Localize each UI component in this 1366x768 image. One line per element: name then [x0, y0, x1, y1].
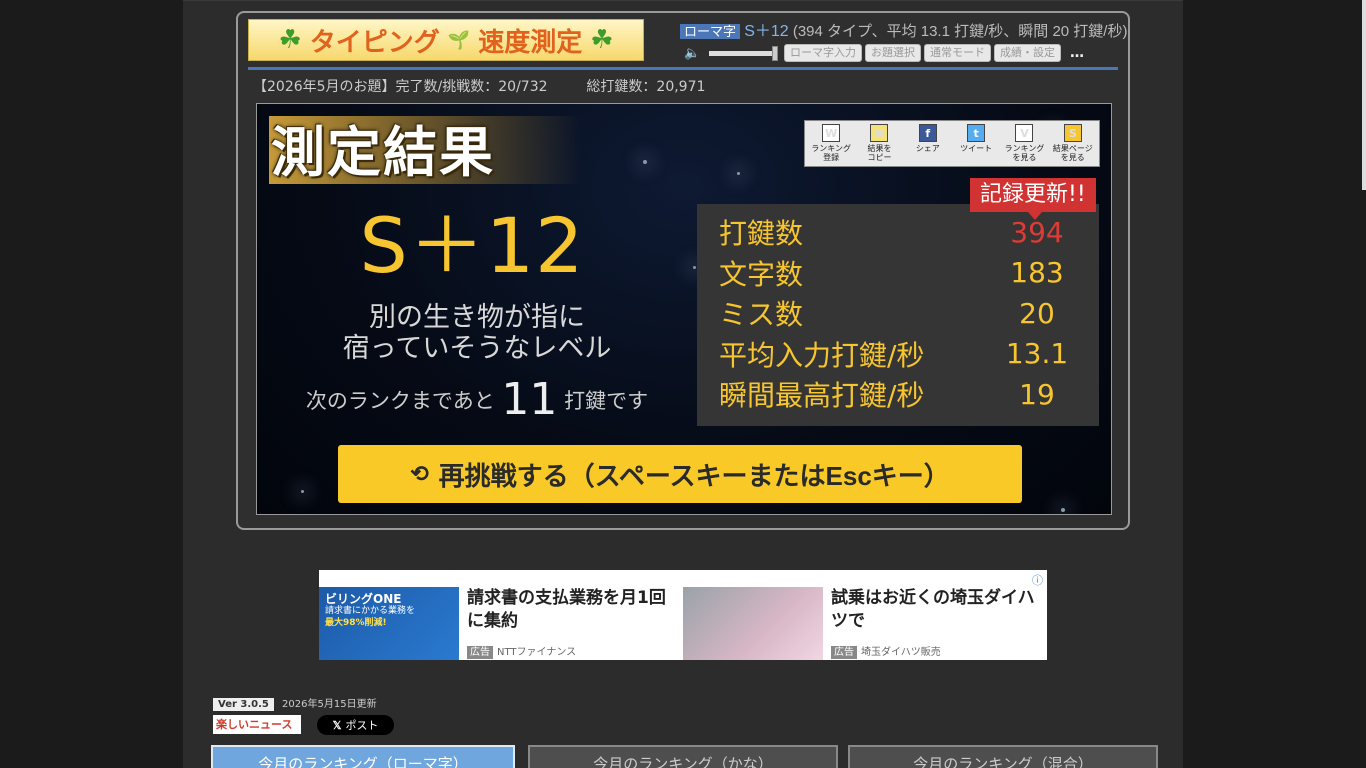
result-page-icon: S [1063, 124, 1082, 142]
ad-info-icon[interactable]: ⓘ [1032, 572, 1043, 588]
bg-bokeh [737, 172, 740, 175]
view-ranking-button[interactable]: V ランキング を見る [1000, 124, 1048, 166]
version-info: Ver 3.0.5 2026年5月15日更新 [213, 695, 377, 711]
bg-bokeh [693, 266, 696, 269]
scrollbar[interactable] [1362, 0, 1366, 190]
view-result-page-button[interactable]: S 結果ページ を見る [1049, 124, 1097, 166]
stat-row: 平均入力打鍵/秒 13.1 [719, 334, 1099, 375]
normal-mode-button[interactable]: 通常モード [924, 44, 991, 62]
tab-ranking-mixed[interactable]: 今月のランキング（混合） [848, 745, 1158, 768]
ranking-view-icon: V [1015, 124, 1034, 142]
tab-ranking-romaji[interactable]: 今月のランキング（ローマ字） [211, 745, 515, 768]
mode-tag: ローマ字 [680, 24, 741, 39]
version-badge: Ver 3.0.5 [213, 698, 274, 711]
bg-bokeh [643, 160, 647, 164]
stat-row: 打鍵数 394 [719, 212, 1099, 253]
record-badge: 記録更新!! [970, 178, 1096, 220]
ad-unit-daihatsu[interactable]: 試乗はお近くの埼玉ダイハツで 広告 埼玉ダイハツ販売 [683, 587, 1047, 660]
clover-icon: ☘ [278, 25, 302, 55]
logo-text-left: タイピング [309, 27, 440, 58]
ad-image-billing: ビリングONE 請求書にかかる業務を 最大98%削減! [319, 587, 459, 660]
top-summary: (394 タイプ、平均 13.1 打鍵/秒、瞬間 20 打鍵/秒) [792, 23, 1128, 40]
ranking-register-button[interactable]: W ランキング 登録 [807, 124, 855, 166]
ad-sponsor: 広告 埼玉ダイハツ販売 [831, 643, 941, 659]
challenge-count: 【2026年5月のお題】完了数/挑戦数：20/732 [253, 79, 548, 95]
retry-label: 再挑戦する（スペースキーまたはEscキー） [438, 460, 950, 491]
next-rank-info: 次のランクまであと 11 打鍵です [305, 374, 649, 425]
more-icon[interactable]: … [1064, 45, 1084, 61]
stat-row: 瞬間最高打鍵/秒 19 [719, 374, 1099, 415]
divider [248, 67, 1118, 70]
stat-row: 文字数 183 [719, 253, 1099, 294]
clover-icon: ☘ [590, 25, 614, 55]
peak-speed: 19 [1019, 377, 1055, 411]
top-info: ローマ字 S＋12 (394 タイプ、平均 13.1 打鍵/秒、瞬間 20 打鍵… [680, 17, 1127, 41]
clipboard-icon: ≣ [870, 124, 889, 142]
ad-title[interactable]: 試乗はお近くの埼玉ダイハツで [831, 587, 1046, 633]
twitter-icon: t [967, 124, 986, 142]
result-title: 測定結果 [269, 116, 581, 184]
news-link[interactable]: 楽しいニュース [213, 715, 301, 734]
rank-display: S＋12 [359, 201, 585, 290]
bg-bokeh [1061, 508, 1065, 512]
facebook-share-button[interactable]: f シェア [904, 124, 952, 166]
ad-sponsor: 広告 NTTファイナンス [467, 643, 576, 659]
result-screen: 測定結果 W ランキング 登録 ≣ 結果を コピー f シェア t ツイート V… [256, 103, 1112, 515]
char-count: 183 [1010, 256, 1064, 290]
volume-slider[interactable] [709, 45, 778, 61]
romaji-input-button[interactable]: ローマ字入力 [784, 44, 862, 62]
topic-select-button[interactable]: お題選択 [865, 44, 921, 62]
sprout-icon: 🌱 [447, 29, 471, 51]
miss-count: 20 [1019, 296, 1055, 330]
keystroke-count: 394 [1010, 215, 1064, 249]
ad-banner[interactable]: ⓘ ビリングONE 請求書にかかる業務を 最大98%削減! 請求書の支払業務を月… [319, 570, 1047, 660]
ad-unit-billing[interactable]: ビリングONE 請求書にかかる業務を 最大98%削減! 請求書の支払業務を月1回… [319, 587, 683, 660]
updated-date: 2026年5月15日更新 [282, 699, 377, 710]
x-post-button[interactable]: 𝕏 ポスト [317, 715, 394, 735]
retry-button[interactable]: ⟲ 再挑戦する（スペースキーまたはEscキー） [338, 445, 1022, 503]
top-rank: S＋12 [744, 23, 789, 40]
ranking-register-icon: W [822, 124, 841, 142]
stats-box: 打鍵数 394 文字数 183 ミス数 20 平均入力打鍵/秒 13.1 瞬間最… [697, 204, 1099, 426]
rank-comment: 別の生き物が指に 宿っていそうなレベル [342, 302, 612, 364]
stats-line: 【2026年5月のお題】完了数/挑戦数：20/732 総打鍵数：20,971 [253, 76, 705, 96]
share-bar: W ランキング 登録 ≣ 結果を コピー f シェア t ツイート V ランキン… [804, 120, 1100, 167]
tweet-button[interactable]: t ツイート [952, 124, 1000, 166]
site-logo[interactable]: ☘ タイピング 🌱 速度測定 ☘ [248, 19, 644, 61]
tab-ranking-kana[interactable]: 今月のランキング（かな） [528, 745, 838, 768]
typing-panel: ☘ タイピング 🌱 速度測定 ☘ ローマ字 S＋12 (394 タイプ、平均 1… [236, 11, 1130, 530]
total-keystrokes: 総打鍵数：20,971 [586, 79, 706, 95]
copy-result-button[interactable]: ≣ 結果を コピー [855, 124, 903, 166]
ad-title[interactable]: 請求書の支払業務を月1回に集約 [467, 587, 682, 633]
page-container: ☘ タイピング 🌱 速度測定 ☘ ローマ字 S＋12 (394 タイプ、平均 1… [183, 0, 1183, 768]
ad-image-daihatsu [683, 587, 823, 660]
logo-text-right: 速度測定 [478, 27, 583, 58]
retry-icon: ⟲ [410, 461, 429, 486]
avg-speed: 13.1 [1005, 337, 1069, 371]
bg-bokeh [301, 490, 304, 493]
x-icon: 𝕏 [332, 719, 342, 732]
speaker-icon[interactable]: 🔈 [684, 46, 706, 61]
facebook-icon: f [918, 124, 937, 142]
volume-knob[interactable] [772, 45, 778, 61]
settings-button[interactable]: 成績・設定 [994, 44, 1061, 62]
next-rank-remaining: 11 [501, 374, 558, 425]
control-bar: 🔈 ローマ字入力 お題選択 通常モード 成績・設定 … [684, 44, 1084, 62]
stat-row: ミス数 20 [719, 293, 1099, 334]
